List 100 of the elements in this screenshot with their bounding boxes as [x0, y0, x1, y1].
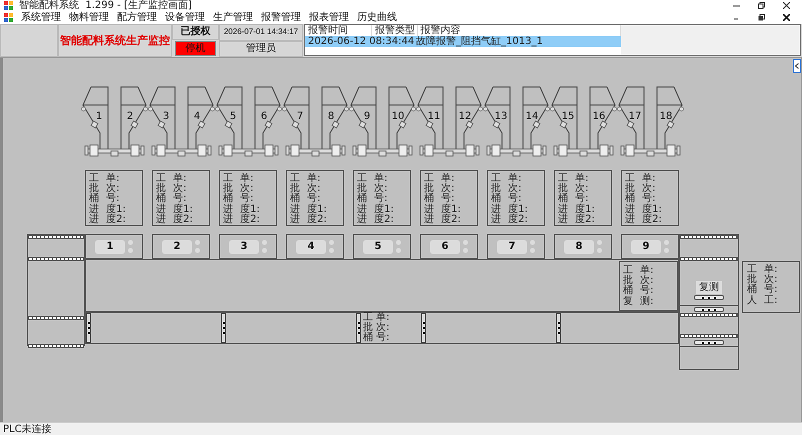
indicator-dots-icon — [262, 240, 267, 253]
field-label: 批 次: — [491, 184, 523, 194]
status-text: PLC未连接 — [3, 424, 52, 434]
hopper-number: 15 — [562, 111, 574, 122]
indicator-dots-icon — [329, 240, 334, 253]
hopper-drawing — [282, 86, 349, 156]
datetime-label: 2026-07-01 14:34:17 — [219, 24, 303, 40]
field-label: 批 次: — [223, 184, 255, 194]
license-status: 已授权 — [172, 24, 219, 40]
hopper-number: 6 — [260, 111, 268, 122]
field-label: 桶 号: — [558, 194, 590, 204]
hopper-number: 10 — [392, 111, 404, 122]
hopper-number: 8 — [328, 111, 334, 122]
field-label: 复 测: — [623, 296, 655, 307]
run-state-indicator: 停机 — [175, 40, 216, 56]
field-label: 批 次: — [290, 184, 322, 194]
field-label: 批 次: — [623, 276, 655, 286]
station-number: 6 — [430, 240, 460, 254]
alarm-row[interactable]: 2026-06-12 08:34:44 故障报警_阻挡气缸_1013_1 — [305, 36, 621, 47]
hopper-number: 1 — [96, 111, 102, 122]
field-label: 桶 号: — [625, 194, 657, 204]
close-icon[interactable] — [783, 2, 790, 9]
field-label: 进 度2: — [223, 214, 261, 226]
indicator-dots-icon — [128, 240, 133, 253]
menu-item[interactable]: 生产管理 — [213, 12, 253, 24]
field-label: 桶 号: — [89, 194, 121, 204]
field-label: 进 度1: — [625, 204, 663, 215]
field-label: 进 度2: — [558, 214, 596, 226]
field-label: 进 度2: — [424, 214, 462, 226]
hopper-number: 18 — [660, 111, 672, 122]
hopper-number: 16 — [592, 111, 606, 122]
menu-item[interactable]: 物料管理 — [69, 12, 109, 24]
field-label: 桶 号: — [747, 285, 779, 296]
field-label: 工 单: — [89, 174, 121, 184]
station-number: 8 — [564, 240, 594, 254]
hopper-drawing — [148, 86, 215, 156]
menu-item[interactable]: 配方管理 — [117, 12, 157, 24]
field-label: 批 次: — [424, 184, 456, 194]
hopper-number: 4 — [194, 111, 200, 122]
hopper-number: 11 — [428, 111, 440, 122]
indicator-dots-icon — [463, 240, 468, 253]
field-label: 进 度1: — [357, 204, 395, 215]
indicator-dots-icon — [195, 240, 200, 253]
field-label: 桶 号: — [223, 194, 255, 204]
field-label: 批 次: — [363, 323, 390, 333]
field-label: 工 单: — [623, 266, 655, 276]
field-label: 批 次: — [156, 184, 188, 194]
hopper-drawing — [550, 86, 617, 156]
restore-icon[interactable] — [758, 14, 765, 21]
field-label: 进 度2: — [290, 214, 328, 226]
hopper-number: 2 — [126, 111, 134, 122]
hopper-drawing — [215, 86, 282, 156]
field-label: 进 度2: — [89, 214, 127, 226]
field-label: 进 度2: — [625, 214, 663, 226]
hopper-number: 9 — [364, 111, 370, 122]
sensor-icon — [556, 313, 561, 343]
field-label: 批 次: — [89, 184, 121, 194]
hopper-drawing — [416, 86, 483, 156]
field-label: 桶 号: — [491, 194, 523, 204]
menu-item[interactable]: 报表管理 — [309, 12, 349, 24]
field-label: 桶 号: — [363, 333, 390, 343]
station-number: 4 — [296, 240, 326, 254]
field-label: 进 度1: — [558, 204, 596, 215]
recheck-button[interactable]: 复测 — [696, 281, 722, 294]
collapse-button[interactable] — [793, 59, 801, 73]
field-label: 进 度2: — [156, 214, 194, 226]
field-label: 工 单: — [223, 174, 255, 184]
hopper-number: 7 — [296, 111, 304, 122]
field-label: 桶 号: — [290, 194, 322, 204]
menu-item[interactable]: 系统管理 — [21, 12, 61, 24]
station-number: 7 — [497, 240, 527, 254]
menu-item[interactable]: 设备管理 — [165, 12, 205, 24]
user-label: 管理员 — [219, 40, 303, 57]
sensor-icon — [86, 313, 91, 343]
field-label: 进 度1: — [223, 204, 261, 215]
restore-icon[interactable] — [758, 2, 765, 9]
hopper-number: 3 — [162, 111, 170, 122]
menu-item[interactable]: 历史曲线 — [357, 12, 397, 24]
station-number: 2 — [162, 240, 192, 254]
indicator-dots-icon — [530, 240, 535, 253]
field-label: 批 次: — [357, 184, 389, 194]
roller-icon — [694, 295, 724, 300]
hopper-drawing — [483, 86, 550, 156]
close-icon[interactable] — [783, 14, 790, 21]
menu-item[interactable]: 报警管理 — [261, 12, 301, 24]
app-icon — [4, 1, 13, 10]
field-label: 工 单: — [290, 174, 322, 184]
field-label: 桶 号: — [623, 286, 655, 296]
sensor-icon — [421, 313, 426, 343]
station-number: 3 — [229, 240, 259, 254]
hopper-drawing — [81, 86, 148, 156]
field-label: 工 单: — [424, 174, 456, 184]
hopper-drawing — [349, 86, 416, 156]
field-label: 进 度1: — [156, 204, 194, 215]
field-label: 批 次: — [558, 184, 590, 194]
table-cell-text: 2026-06-12 08:34:44 — [307, 36, 413, 47]
indicator-dots-icon — [597, 240, 602, 253]
field-label: 批 次: — [625, 184, 657, 194]
hopper-number: 14 — [526, 111, 538, 122]
field-label: 工 单: — [625, 174, 657, 184]
